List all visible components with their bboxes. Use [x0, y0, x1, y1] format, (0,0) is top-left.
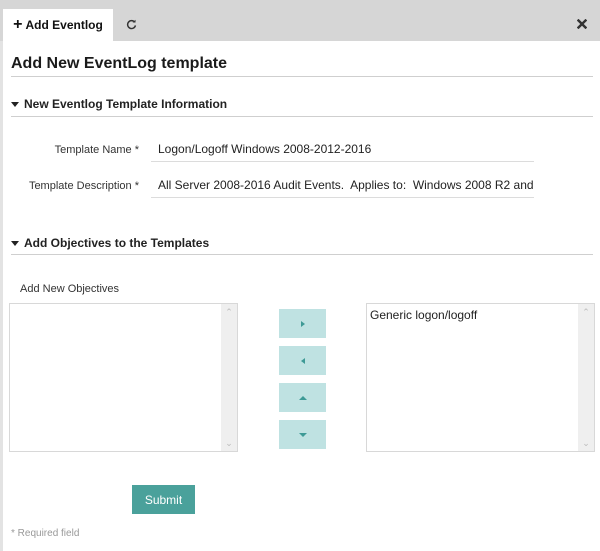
section-header-objectives[interactable]: Add Objectives to the Templates — [11, 236, 209, 250]
plus-icon: + — [13, 16, 23, 33]
divider — [11, 254, 593, 255]
move-right-button[interactable] — [279, 309, 326, 338]
triangle-down-icon — [298, 432, 307, 437]
scroll-up-icon[interactable]: ⌃ — [225, 308, 233, 317]
tab-label: Add Eventlog — [25, 18, 103, 32]
template-name-input[interactable] — [151, 136, 534, 162]
selected-objectives-list[interactable]: Generic logon/logoff ⌃ ⌄ — [366, 303, 595, 452]
submit-button[interactable]: Submit — [132, 485, 195, 514]
close-icon[interactable] — [575, 17, 589, 31]
available-objectives-list[interactable]: ⌃ ⌄ — [9, 303, 238, 452]
triangle-right-icon — [300, 320, 305, 327]
caret-down-icon — [11, 240, 19, 246]
scroll-down-icon[interactable]: ⌄ — [225, 439, 233, 448]
tab-add-eventlog[interactable]: + Add Eventlog — [3, 9, 113, 41]
page-title: Add New EventLog template — [11, 55, 228, 72]
left-border — [0, 41, 3, 551]
scrollbar[interactable]: ⌃ ⌄ — [221, 304, 237, 451]
scroll-down-icon[interactable]: ⌄ — [582, 439, 590, 448]
tab-bar: + Add Eventlog — [0, 0, 600, 41]
template-name-label: Template Name * — [54, 144, 139, 156]
required-field-note: * Required field — [11, 528, 80, 539]
divider — [11, 116, 593, 117]
divider — [11, 76, 593, 77]
refresh-icon[interactable] — [124, 17, 138, 31]
move-up-button[interactable] — [279, 383, 326, 412]
caret-down-icon — [11, 101, 19, 107]
move-left-button[interactable] — [279, 346, 326, 375]
triangle-left-icon — [300, 357, 305, 364]
triangle-up-icon — [298, 395, 307, 400]
scrollbar[interactable]: ⌃ ⌄ — [578, 304, 594, 451]
template-description-input[interactable] — [151, 172, 534, 198]
move-down-button[interactable] — [279, 420, 326, 449]
template-description-label: Template Description * — [28, 180, 139, 192]
section-header-template-info[interactable]: New Eventlog Template Information — [11, 97, 227, 111]
section-title: New Eventlog Template Information — [24, 97, 228, 111]
available-objectives-label: Add New Objectives — [20, 283, 120, 295]
scroll-up-icon[interactable]: ⌃ — [582, 308, 590, 317]
section-title: Add Objectives to the Templates — [24, 236, 210, 250]
list-item[interactable]: Generic logon/logoff — [370, 308, 477, 322]
